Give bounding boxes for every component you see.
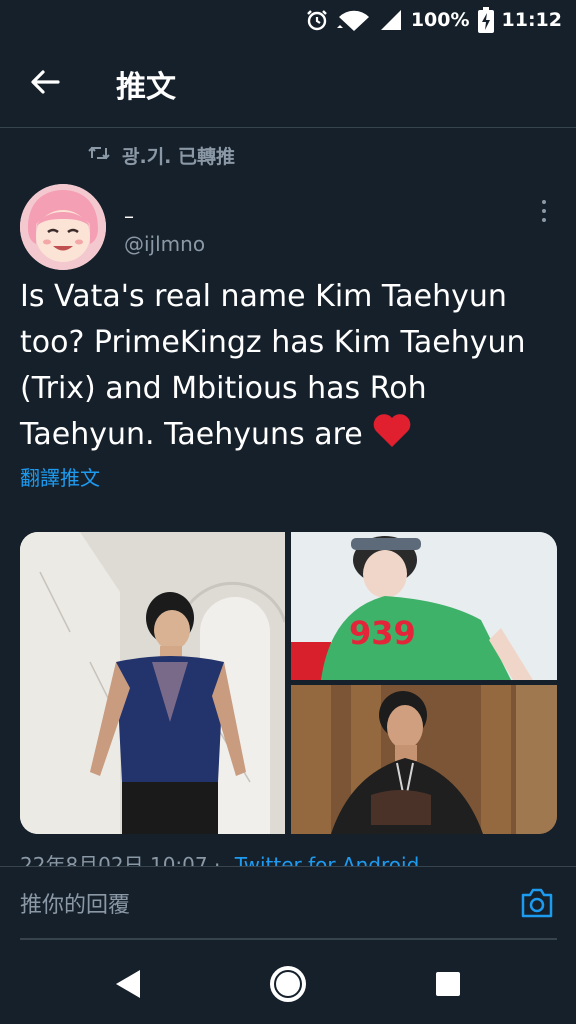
avatar[interactable] [20, 184, 106, 270]
media-grid: 939 [20, 532, 557, 834]
signal-icon [379, 8, 403, 32]
shirt-print: 939 [349, 614, 416, 652]
reply-input[interactable]: 推你的回覆 [20, 887, 130, 919]
battery-charging-icon [477, 7, 494, 33]
alarm-icon [305, 8, 329, 32]
status-bar: 100% 11:12 [0, 0, 576, 40]
red-heart-icon [372, 414, 412, 462]
user-handle[interactable]: @ijlmno [124, 232, 205, 256]
back-button[interactable] [0, 40, 90, 128]
more-dot-icon [542, 218, 546, 222]
photo-1[interactable] [20, 532, 285, 834]
page-title: 推文 [116, 69, 176, 105]
clock: 11:12 [501, 9, 562, 31]
retweet-label: 광.기. 已轉推 [122, 146, 236, 168]
display-name[interactable]: – [124, 204, 134, 228]
battery-percent: 100% [410, 9, 470, 31]
nav-home-button[interactable] [268, 966, 308, 1006]
retweet-context[interactable]: 광.기. 已轉推 [88, 142, 235, 169]
photo-3[interactable] [291, 685, 557, 834]
more-dot-icon [542, 200, 546, 204]
home-circle-icon [268, 964, 308, 1008]
photo-2[interactable]: 939 [291, 532, 557, 680]
system-nav-bar [0, 944, 576, 1024]
back-triangle-icon [114, 968, 142, 1004]
camera-button[interactable] [520, 887, 554, 921]
back-arrow-icon [30, 69, 60, 99]
tweet-source-link[interactable]: Twitter for Android [235, 853, 420, 866]
more-dot-icon [542, 209, 546, 213]
tweet-text: Is Vata's real name Kim Taehyun too? Pri… [20, 274, 560, 462]
reply-bar: 推你的回覆 [0, 866, 576, 940]
tweet-timestamp-row: 22年8月02日 10:07 · Twitter for Android [20, 852, 560, 866]
nav-recents-button[interactable] [428, 966, 468, 1006]
top-bar: 推文 [0, 40, 576, 128]
wifi-icon [336, 8, 371, 32]
retweet-icon [88, 144, 110, 167]
translate-tweet-link[interactable]: 翻譯推文 [20, 462, 100, 491]
recents-square-icon [435, 971, 461, 1001]
tweet-body: Is Vata's real name Kim Taehyun too? Pri… [20, 279, 526, 452]
more-options-button[interactable] [534, 196, 554, 226]
reply-divider [20, 938, 557, 940]
nav-back-button[interactable] [108, 966, 148, 1006]
tweet-timestamp: 22年8月02日 10:07 · [20, 853, 221, 866]
camera-icon [520, 888, 554, 923]
